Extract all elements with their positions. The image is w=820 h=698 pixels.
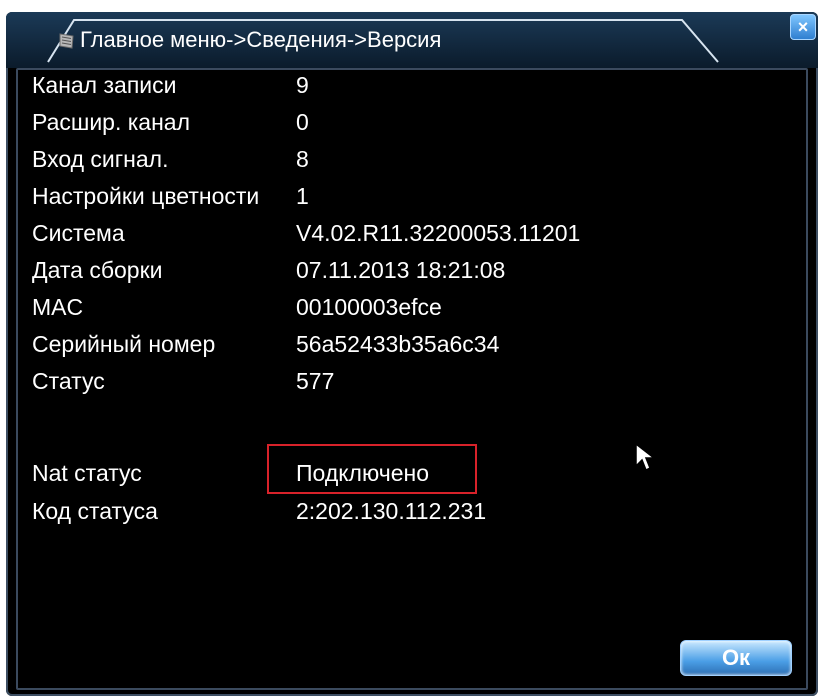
info-row-record-channel: Канал записи 9 <box>32 72 732 106</box>
info-row-serial: Серийный номер 56a52433b35a6c34 <box>32 331 732 365</box>
highlight-box <box>267 444 477 494</box>
info-row-system: Система V4.02.R11.32200053.11201 <box>32 220 732 254</box>
info-label: Настройки цветности <box>32 183 260 209</box>
info-row-mac: MAC 00100003efce <box>32 294 732 328</box>
info-row-extra-channel: Расшир. канал 0 <box>32 109 732 143</box>
info-value: 9 <box>296 72 309 98</box>
info-label: Система <box>32 220 125 246</box>
close-button[interactable]: × <box>790 14 816 40</box>
title-bar: Главное меню->Сведения->Версия × <box>6 12 818 68</box>
ok-button[interactable]: Ок <box>680 640 792 676</box>
info-row-status: Статус 577 <box>32 368 732 402</box>
info-value: 8 <box>296 146 309 172</box>
info-label: Код статуса <box>32 498 158 524</box>
menu-icon <box>58 32 76 50</box>
info-label: Nat статус <box>32 460 142 486</box>
info-value: V4.02.R11.32200053.11201 <box>296 220 581 246</box>
info-value: 07.11.2013 18:21:08 <box>296 257 506 283</box>
breadcrumb-tab: Главное меню->Сведения->Версия <box>30 18 720 64</box>
info-row-status-code: Код статуса 2:202.130.112.231 <box>32 498 732 532</box>
screenshot: Главное меню->Сведения->Версия × Канал з… <box>0 0 820 698</box>
info-label: Дата сборки <box>32 257 163 283</box>
info-value: 56a52433b35a6c34 <box>296 331 500 357</box>
info-row-build-date: Дата сборки 07.11.2013 18:21:08 <box>32 257 732 291</box>
info-value: 577 <box>296 368 335 394</box>
info-label: Канал записи <box>32 72 177 98</box>
info-value: 00100003efce <box>296 294 442 320</box>
info-row-color-settings: Настройки цветности 1 <box>32 183 732 217</box>
info-value: 1 <box>296 183 309 209</box>
breadcrumb: Главное меню->Сведения->Версия <box>80 27 442 52</box>
info-value: 0 <box>296 109 309 135</box>
info-label: Серийный номер <box>32 331 216 357</box>
info-row-signal-input: Вход сигнал. 8 <box>32 146 732 180</box>
info-label: Статус <box>32 368 105 394</box>
close-icon: × <box>797 17 809 37</box>
info-label: MAC <box>32 294 84 320</box>
info-label: Вход сигнал. <box>32 146 169 172</box>
mouse-cursor-icon <box>634 442 657 472</box>
info-value: 2:202.130.112.231 <box>296 498 487 524</box>
info-label: Расшир. канал <box>32 109 191 135</box>
